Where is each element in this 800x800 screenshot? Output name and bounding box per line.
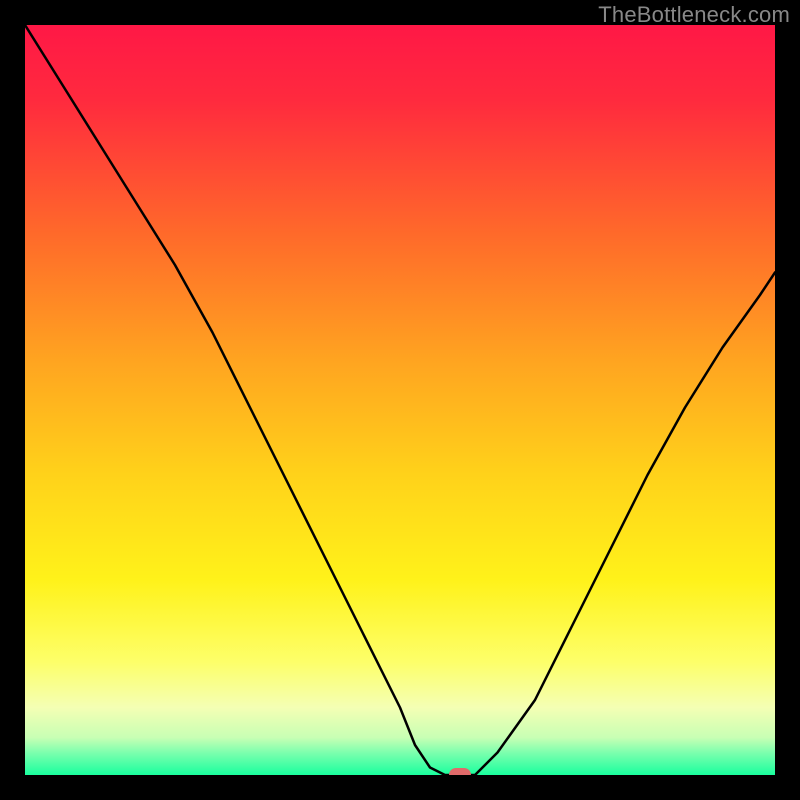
optimal-point-marker [449,768,471,775]
chart-frame: TheBottleneck.com [0,0,800,800]
curve-path [25,25,775,775]
bottleneck-curve [25,25,775,775]
plot-area [25,25,775,775]
watermark-text: TheBottleneck.com [598,2,790,28]
